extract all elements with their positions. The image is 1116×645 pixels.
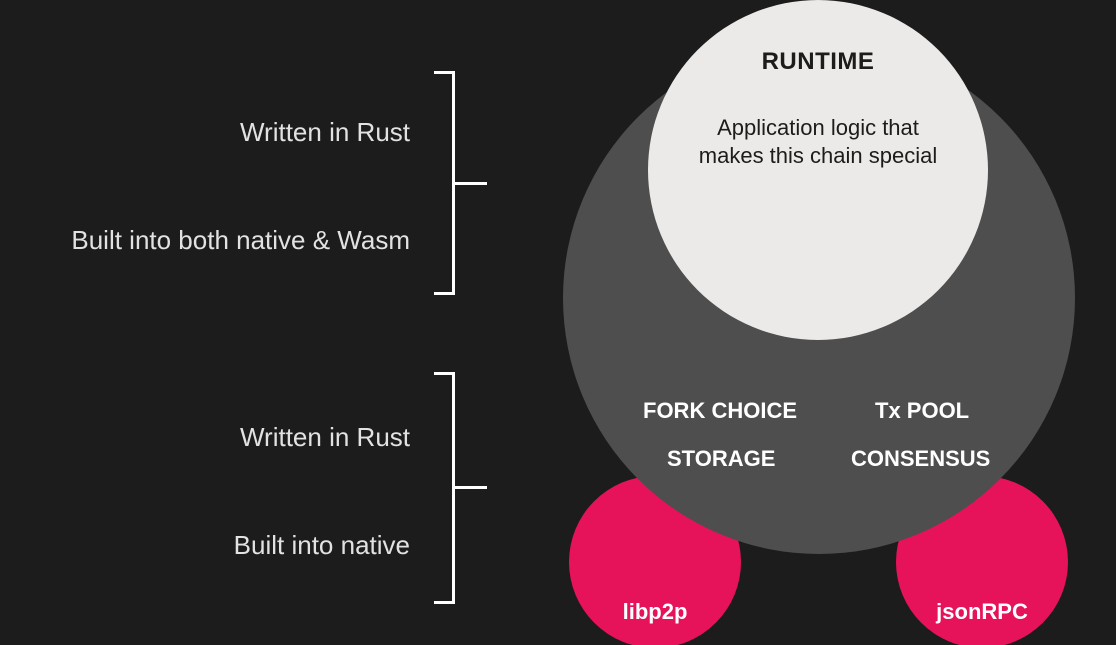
storage-label: STORAGE bbox=[667, 446, 775, 472]
fork-choice-label: FORK CHOICE bbox=[643, 398, 797, 424]
node-components-group: FORK CHOICE Tx POOL STORAGE CONSENSUS bbox=[595, 398, 1045, 488]
runtime-title: RUNTIME bbox=[762, 48, 875, 76]
consensus-label: CONSENSUS bbox=[851, 446, 990, 472]
runtime-bracket bbox=[437, 71, 455, 295]
node-lang-annotation: Written in Rust bbox=[10, 422, 410, 453]
node-build-annotation: Built into native bbox=[10, 530, 410, 561]
node-bracket bbox=[437, 372, 455, 604]
runtime-description: Application logic that makes this chain … bbox=[698, 114, 938, 169]
runtime-lang-annotation: Written in Rust bbox=[10, 117, 410, 148]
runtime-build-annotation: Built into both native & Wasm bbox=[10, 225, 410, 256]
tx-pool-label: Tx POOL bbox=[875, 398, 969, 424]
runtime-circle: RUNTIME Application logic that makes thi… bbox=[648, 0, 988, 340]
